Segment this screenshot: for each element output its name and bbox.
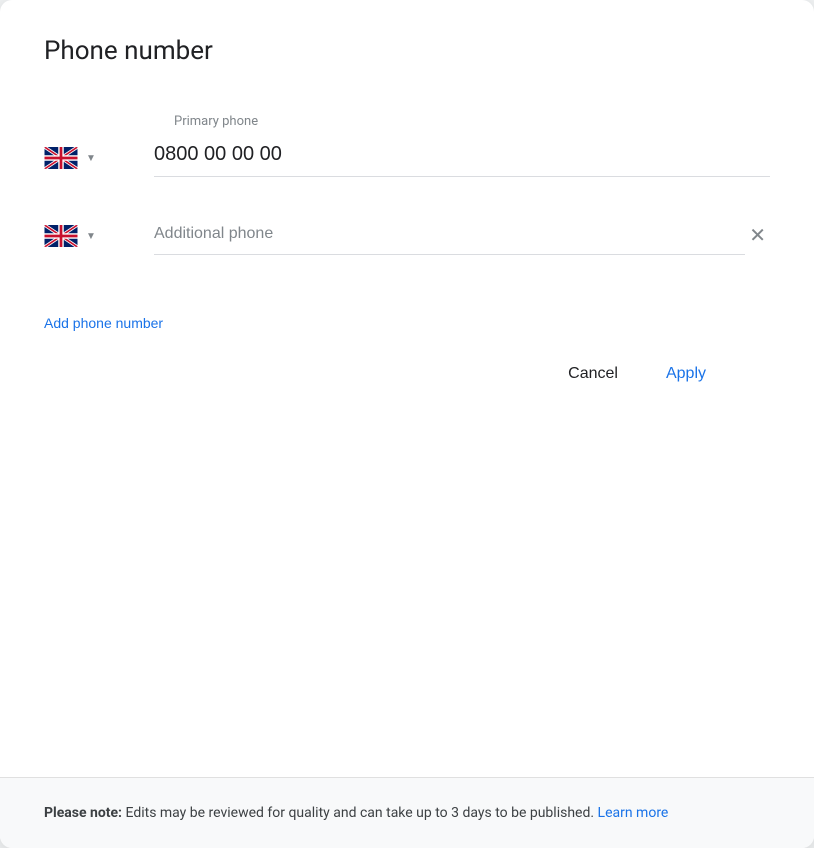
cancel-button[interactable]: Cancel [548, 355, 638, 393]
apply-button[interactable]: Apply [646, 355, 726, 393]
primary-phone-row: ▼ [44, 139, 770, 177]
primary-phone-input[interactable] [154, 139, 770, 170]
add-phone-number-button[interactable]: Add phone number [44, 307, 163, 339]
primary-flag-icon [44, 147, 78, 169]
primary-phone-input-wrapper [154, 139, 770, 177]
additional-country-selector[interactable]: ▼ [44, 221, 154, 251]
additional-phone-input[interactable] [154, 217, 745, 248]
primary-phone-section: Primary phone [44, 114, 770, 177]
additional-phone-row: ▼ ✕ [44, 217, 770, 255]
additional-phone-section: ▼ ✕ [44, 217, 770, 255]
phone-number-dialog: Phone number Primary phone [0, 0, 814, 848]
additional-phone-input-wrapper [154, 217, 745, 255]
primary-dropdown-arrow: ▼ [86, 153, 96, 164]
additional-flag-icon [44, 225, 78, 247]
primary-phone-label: Primary phone [174, 114, 770, 129]
notice-bar: Please note: Edits may be reviewed for q… [0, 778, 814, 848]
primary-country-selector[interactable]: ▼ [44, 143, 154, 173]
clear-additional-phone-button[interactable]: ✕ [745, 222, 770, 250]
notice-body: Edits may be reviewed for quality and ca… [122, 805, 594, 821]
dialog-main-content: Phone number Primary phone [0, 0, 814, 777]
dialog-title: Phone number [44, 36, 770, 66]
dialog-actions: Cancel Apply [44, 339, 770, 425]
notice-bold: Please note: [44, 805, 122, 821]
learn-more-link[interactable]: Learn more [598, 805, 669, 821]
additional-dropdown-arrow: ▼ [86, 231, 96, 242]
